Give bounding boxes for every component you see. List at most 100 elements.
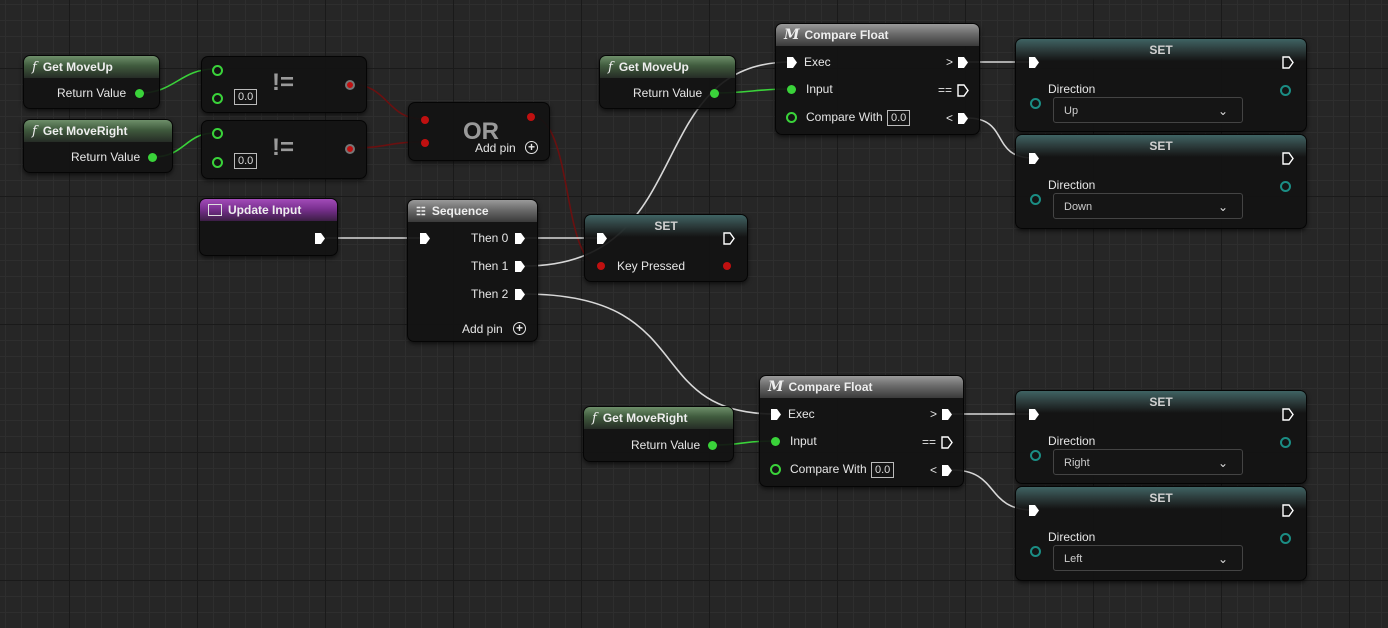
dropdown-value: Up [1064, 105, 1079, 117]
compare-float-node[interactable]: M Compare Float Exec > Input == Compare W… [775, 23, 980, 135]
return-value-pin[interactable] [135, 89, 144, 98]
set-direction-node[interactable]: SET Direction Left ⌄ [1015, 486, 1307, 581]
pin-label: Return Value [71, 150, 141, 164]
get-moveright-node[interactable]: f Get MoveRight Return Value [23, 119, 173, 173]
exec-pin-icon[interactable] [1028, 152, 1040, 165]
exec-pin-icon[interactable] [941, 408, 953, 421]
output-pin[interactable] [345, 80, 355, 90]
set-direction-node[interactable]: SET Direction Right ⌄ [1015, 390, 1307, 484]
exec-pin-icon[interactable] [957, 56, 969, 69]
macro-icon: M [768, 379, 784, 395]
output-pin[interactable] [345, 144, 355, 154]
compare-value-field[interactable]: 0.0 [887, 110, 911, 126]
exec-pin-icon[interactable] [514, 288, 526, 301]
set-direction-node[interactable]: SET Direction Up ⌄ [1015, 38, 1307, 132]
exec-pin-icon[interactable] [596, 232, 608, 245]
function-icon: f [32, 59, 37, 75]
node-header: SET [1016, 135, 1306, 157]
add-pin-label[interactable]: Add pin [475, 141, 516, 155]
direction-dropdown[interactable]: Down ⌄ [1053, 193, 1243, 219]
exec-pin-icon[interactable] [723, 232, 735, 245]
node-title: SET [1149, 491, 1173, 505]
exec-pin-icon[interactable] [1028, 56, 1040, 69]
input-b-pin[interactable] [212, 93, 223, 104]
exec-pin-icon[interactable] [786, 56, 798, 69]
direction-output-pin[interactable] [1280, 85, 1291, 96]
not-equal-node[interactable]: 0.0 != [201, 120, 367, 179]
exec-label: Exec [788, 407, 815, 421]
direction-input-pin[interactable] [1030, 98, 1041, 109]
direction-output-pin[interactable] [1280, 533, 1291, 544]
input-pin[interactable] [787, 85, 796, 94]
sequence-node[interactable]: ☷ Sequence Then 0 Then 1 Then 2 Add pin + [407, 199, 538, 342]
exec-pin-icon[interactable] [957, 84, 969, 97]
value-field[interactable]: 0.0 [234, 153, 258, 169]
macro-icon: M [784, 27, 800, 43]
exec-pin-icon[interactable] [1282, 56, 1294, 69]
return-value-pin[interactable] [710, 89, 719, 98]
event-icon [208, 204, 222, 216]
add-pin-label[interactable]: Add pin [462, 322, 503, 336]
exec-pin-icon[interactable] [419, 232, 431, 245]
exec-pin-icon[interactable] [1282, 408, 1294, 421]
get-moveup-node[interactable]: f Get MoveUp Return Value [599, 55, 736, 109]
value-field[interactable]: 0.0 [234, 89, 258, 105]
not-equal-node[interactable]: 0.0 != [201, 56, 367, 113]
function-icon: f [592, 410, 597, 426]
return-value-pin[interactable] [148, 153, 157, 162]
exec-pin-icon[interactable] [1028, 504, 1040, 517]
compare-with-pin[interactable] [786, 112, 797, 123]
input-a-pin[interactable] [212, 65, 223, 76]
chevron-down-icon: ⌄ [1217, 104, 1228, 118]
get-moveright-node[interactable]: f Get MoveRight Return Value [583, 406, 734, 462]
node-title: SET [1149, 395, 1173, 409]
direction-dropdown[interactable]: Left ⌄ [1053, 545, 1243, 571]
exec-pin-icon[interactable] [514, 260, 526, 273]
return-value-pin[interactable] [708, 441, 717, 450]
exec-pin-icon[interactable] [957, 112, 969, 125]
function-icon: f [32, 123, 37, 139]
add-pin-icon[interactable]: + [513, 322, 526, 335]
node-header: ☷ Sequence [408, 200, 537, 222]
input-b-pin[interactable] [212, 157, 223, 168]
compare-float-node[interactable]: M Compare Float Exec > Input == Compare W… [759, 375, 964, 487]
input-a-pin[interactable] [212, 128, 223, 139]
exec-pin-icon[interactable] [514, 232, 526, 245]
compare-with-pin[interactable] [770, 464, 781, 475]
update-input-event-node[interactable]: Update Input [199, 198, 338, 256]
direction-dropdown[interactable]: Up ⌄ [1053, 97, 1243, 123]
node-header: f Get MoveRight [584, 407, 733, 429]
input-pin[interactable] [771, 437, 780, 446]
exec-pin-icon[interactable] [770, 408, 782, 421]
then0-label: Then 0 [471, 231, 509, 245]
input-b-pin[interactable] [421, 139, 429, 147]
key-pressed-input-pin[interactable] [597, 262, 605, 270]
add-pin-icon[interactable]: + [525, 141, 538, 154]
output-pin[interactable] [527, 113, 535, 121]
get-moveup-node[interactable]: f Get MoveUp Return Value [23, 55, 160, 109]
direction-output-pin[interactable] [1280, 437, 1291, 448]
exec-pin-icon[interactable] [1028, 408, 1040, 421]
node-title: Get MoveUp [42, 60, 113, 74]
exec-pin-icon[interactable] [314, 232, 326, 245]
direction-dropdown[interactable]: Right ⌄ [1053, 449, 1243, 475]
set-key-pressed-node[interactable]: SET Key Pressed [584, 214, 748, 282]
or-node[interactable]: OR Add pin + [408, 102, 550, 161]
direction-input-pin[interactable] [1030, 450, 1041, 461]
exec-pin-icon[interactable] [1282, 152, 1294, 165]
exec-pin-icon[interactable] [1282, 504, 1294, 517]
exec-pin-icon[interactable] [941, 464, 953, 477]
key-pressed-output-pin[interactable] [723, 262, 731, 270]
compare-value-field[interactable]: 0.0 [871, 462, 895, 478]
exec-pin-icon[interactable] [941, 436, 953, 449]
node-title: Compare Float [788, 380, 873, 394]
input-a-pin[interactable] [421, 116, 429, 124]
direction-output-pin[interactable] [1280, 181, 1291, 192]
set-direction-node[interactable]: SET Direction Down ⌄ [1015, 134, 1307, 229]
dropdown-value: Down [1064, 201, 1093, 213]
compare-with-label: Compare With [806, 110, 883, 124]
node-title: Get MoveRight [42, 124, 128, 138]
sequence-icon: ☷ [416, 205, 426, 218]
direction-input-pin[interactable] [1030, 194, 1041, 205]
direction-input-pin[interactable] [1030, 546, 1041, 557]
